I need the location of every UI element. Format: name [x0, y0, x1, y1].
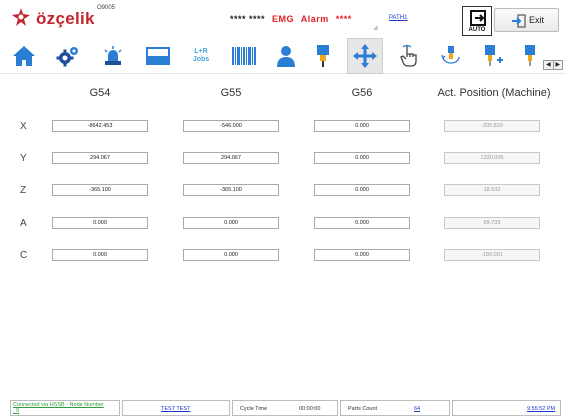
- offset-g56-c[interactable]: 0.000: [314, 249, 410, 261]
- column-header-g55: G55: [220, 87, 242, 99]
- cycle-time-label: Cycle Time: [240, 406, 268, 412]
- test-cell: TEST TEST: [122, 400, 230, 416]
- offset-g55-x[interactable]: -546.000: [183, 120, 279, 132]
- user-icon: [277, 46, 295, 67]
- column-header-g56: G56: [351, 87, 373, 99]
- settings-gears-icon: [56, 47, 78, 67]
- barcode-icon: [232, 47, 256, 65]
- column-header-g54: G54: [89, 87, 111, 99]
- screen-button[interactable]: [140, 38, 176, 74]
- jobs-icon: L+R Jobs: [193, 48, 209, 64]
- clock-cell: 9:55:52 PM: [452, 400, 561, 416]
- axis-label-y: Y: [20, 153, 27, 164]
- axis-rotate-button[interactable]: [433, 38, 469, 74]
- axis-rotate-icon: [441, 46, 460, 64]
- spindle-tool-icon: [317, 45, 329, 67]
- status-stars-left: **** ****: [230, 14, 266, 24]
- cycle-time-value: 00:00:00: [299, 406, 321, 412]
- offset-g54-y[interactable]: 294.067: [52, 152, 148, 164]
- home-button[interactable]: [6, 38, 42, 74]
- scroll-right-icon[interactable]: ▶: [554, 61, 563, 69]
- home-icon: [13, 46, 35, 66]
- logo-text: özçelik: [36, 9, 95, 28]
- axis-label-z: Z: [20, 185, 27, 196]
- barcode-button[interactable]: [226, 38, 262, 74]
- alarm-beacon-icon: [104, 46, 122, 65]
- machine-position-c: -180.001: [444, 249, 540, 261]
- exit-icon: [512, 14, 526, 28]
- emg-indicator: EMG: [272, 14, 295, 24]
- column-header-act-position: Act. Position (Machine): [437, 87, 551, 99]
- offset-g55-a[interactable]: 0.000: [183, 217, 279, 229]
- main-toolbar: L+R Jobs ◀ ▶: [0, 38, 565, 74]
- alarm-indicator[interactable]: Alarm: [301, 14, 329, 24]
- axis-label-a: A: [20, 218, 27, 229]
- toolbar-scroll: ◀ ▶: [543, 60, 563, 70]
- offset-g55-c[interactable]: 0.000: [183, 249, 279, 261]
- exit-button[interactable]: Exit: [494, 8, 559, 32]
- axis-label-x: X: [20, 121, 27, 132]
- move-axes-icon: [353, 44, 377, 68]
- mode-indicator: AUTO: [462, 6, 492, 36]
- status-stars-right: ****: [335, 14, 352, 24]
- axis-label-c: C: [20, 250, 28, 261]
- connection-node: : 9: [13, 408, 20, 414]
- mode-label: AUTO: [468, 27, 486, 33]
- spindle-button[interactable]: [305, 38, 341, 74]
- tool-edit-icon: [525, 45, 535, 66]
- auto-mode-icon: [470, 10, 486, 26]
- alarm-button[interactable]: [95, 38, 131, 74]
- cycle-time-cell: Cycle Time 00:00:00: [232, 400, 338, 416]
- company-logo: özçelik: [10, 6, 94, 28]
- offset-g56-y[interactable]: 0.000: [314, 152, 410, 164]
- offset-g54-c[interactable]: 0.000: [52, 249, 148, 261]
- test-link[interactable]: TEST TEST: [161, 406, 190, 412]
- machine-status: **** **** EMG Alarm ****: [230, 14, 356, 24]
- tool-add-icon: [485, 45, 503, 66]
- exit-label: Exit: [529, 15, 545, 25]
- offset-g56-z[interactable]: 0.000: [314, 184, 410, 196]
- resize-grip-icon: ◢: [373, 25, 378, 31]
- jobs-label-bottom: Jobs: [192, 56, 210, 63]
- scroll-left-icon[interactable]: ◀: [544, 61, 554, 69]
- offset-g54-z[interactable]: -365.100: [52, 184, 148, 196]
- path-link[interactable]: PATH1: [389, 15, 407, 21]
- jobs-label-top: L+R: [194, 48, 208, 55]
- parts-count-value[interactable]: 64: [414, 406, 420, 412]
- program-number: O9005: [97, 5, 116, 11]
- offset-g55-z[interactable]: -365.100: [183, 184, 279, 196]
- offset-g54-a[interactable]: 0.000: [52, 217, 148, 229]
- add-tool-button[interactable]: [474, 38, 510, 74]
- window-screen-icon: [146, 47, 170, 65]
- hand-jog-button[interactable]: [392, 38, 428, 74]
- header-bar: özçelik O9005 **** **** EMG Alarm **** ◢…: [0, 0, 565, 36]
- logo-mark-icon: [12, 8, 30, 26]
- clock-time[interactable]: 9:55:52 PM: [527, 406, 555, 412]
- hand-jog-icon: [400, 44, 417, 67]
- offset-g56-x[interactable]: 0.000: [314, 120, 410, 132]
- user-button[interactable]: [268, 38, 304, 74]
- parts-count-label: Parts Count: [348, 406, 378, 412]
- parts-count-cell: Parts Count 64: [340, 400, 450, 416]
- offset-g54-x[interactable]: -8642.453: [52, 120, 148, 132]
- settings-button[interactable]: [50, 38, 86, 74]
- move-axes-button[interactable]: [347, 38, 383, 74]
- machine-position-x: -205.820: [444, 120, 540, 132]
- connection-status[interactable]: Connected via HSSB - Node Number : 9: [10, 400, 120, 416]
- jobs-button[interactable]: L+R Jobs: [183, 38, 219, 74]
- machine-position-y: 1330.005: [444, 152, 540, 164]
- machine-position-z: 18.532: [444, 184, 540, 196]
- offset-g56-a[interactable]: 0.000: [314, 217, 410, 229]
- offset-g55-y[interactable]: 294.067: [183, 152, 279, 164]
- connection-text: Connected via HSSB - Node Number: [13, 402, 104, 408]
- machine-position-a: 89.733: [444, 217, 540, 229]
- status-bar: Connected via HSSB - Node Number : 9 TES…: [0, 400, 565, 418]
